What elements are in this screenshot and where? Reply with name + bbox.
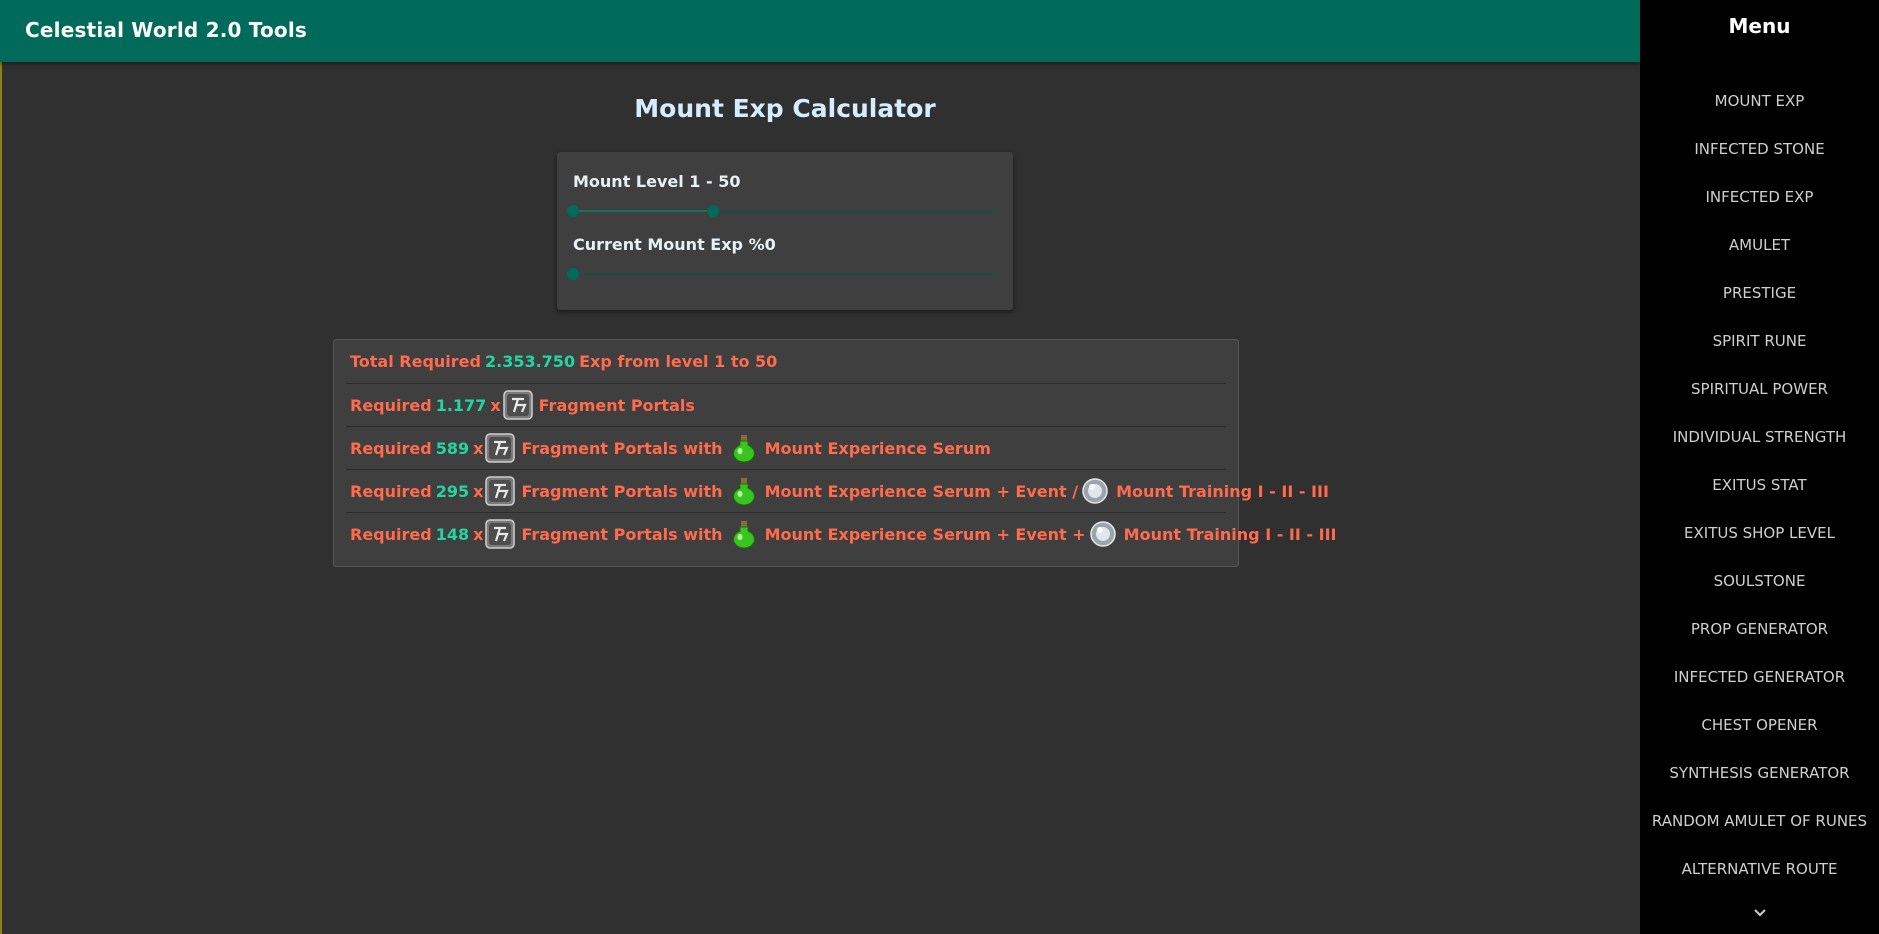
multiply-sign: x	[490, 395, 501, 415]
mount-training-label: Mount Training I - II - III	[1123, 524, 1337, 544]
current-exp-label: Current Mount Exp %0	[573, 235, 776, 254]
result-row: Required 1.177 x Fragment Portals	[346, 383, 1226, 426]
required-count: 1.177	[435, 395, 487, 415]
mount-level-range-slider[interactable]	[567, 205, 997, 217]
mount-level-range-fill	[573, 210, 713, 212]
menu-item-spirit-rune[interactable]: SPIRIT RUNE	[1640, 331, 1879, 351]
results-card: Total Required 2.353.750 Exp from level …	[333, 339, 1336, 567]
menu-item-synthesis-generator[interactable]: SYNTHESIS GENERATOR	[1640, 763, 1879, 783]
window-edge	[0, 0, 2, 934]
menu-item-individual-strength[interactable]: INDIVIDUAL STRENGTH	[1640, 427, 1879, 447]
serum-potion-icon	[732, 521, 755, 549]
menu-item-exitus-shop-level[interactable]: EXITUS SHOP LEVEL	[1640, 523, 1879, 543]
fragment-portal-icon	[485, 519, 516, 549]
fragment-portals-label: Fragment Portals with	[521, 481, 723, 501]
mount-level-min-thumb[interactable]	[567, 205, 579, 217]
serum-potion-icon	[732, 435, 755, 463]
mount-training-orb-icon	[1082, 478, 1108, 504]
page-title: Mount Exp Calculator	[634, 94, 936, 123]
fragment-portal-icon	[485, 433, 516, 463]
result-row: Required 148 x Fragment Portals with Mou…	[346, 512, 1336, 555]
fragment-portals-label: Fragment Portals with	[521, 438, 723, 458]
menu-item-mount-exp[interactable]: MOUNT EXP	[1640, 91, 1879, 111]
menu-item-exitus-stat[interactable]: EXITUS STAT	[1640, 475, 1879, 495]
mount-training-label: Mount Training I - II - III	[1116, 481, 1329, 501]
required-label: Required	[350, 395, 432, 415]
fragment-portal-icon	[485, 476, 516, 506]
top-app-bar: Celestial World 2.0 Tools	[0, 0, 1640, 62]
total-prefix: Total Required	[350, 352, 481, 371]
multiply-sign: x	[473, 481, 484, 501]
total-exp-value: 2.353.750	[484, 352, 576, 371]
menu-item-amulet[interactable]: AMULET	[1640, 235, 1879, 255]
result-row: Required 589 x Fragment Portals with Mou…	[346, 426, 1226, 469]
menu-item-alternative-route[interactable]: ALTERNATIVE ROUTE	[1640, 859, 1879, 879]
menu-item-infected-exp[interactable]: INFECTED EXP	[1640, 187, 1879, 207]
menu-item-random-amulet-of-runes[interactable]: RANDOM AMULET OF RUNES	[1640, 811, 1879, 831]
serum-label: Mount Experience Serum + Event /	[764, 481, 1079, 501]
menu-item-chest-opener[interactable]: CHEST OPENER	[1640, 715, 1879, 735]
multiply-sign: x	[473, 438, 484, 458]
serum-label: Mount Experience Serum + Event +	[764, 524, 1086, 544]
current-exp-thumb[interactable]	[567, 268, 579, 280]
current-exp-slider[interactable]	[567, 268, 997, 280]
required-label: Required	[350, 438, 432, 458]
result-row: Required 295 x Fragment Portals with Mou…	[346, 469, 1329, 512]
mount-level-label: Mount Level 1 - 50	[573, 172, 741, 191]
required-label: Required	[350, 481, 432, 501]
required-count: 295	[435, 481, 470, 501]
menu-item-soulstone[interactable]: SOULSTONE	[1640, 571, 1879, 591]
required-count: 148	[435, 524, 470, 544]
total-suffix: Exp from level 1 to 50	[579, 352, 778, 371]
mount-training-orb-icon	[1089, 521, 1116, 547]
sidebar-menu: Menu MOUNT EXP INFECTED STONE INFECTED E…	[1640, 0, 1879, 934]
multiply-sign: x	[473, 524, 484, 544]
menu-item-infected-generator[interactable]: INFECTED GENERATOR	[1640, 667, 1879, 687]
chevron-down-icon[interactable]	[1640, 905, 1879, 921]
menu-item-infected-stone[interactable]: INFECTED STONE	[1640, 139, 1879, 159]
menu-item-prop-generator[interactable]: PROP GENERATOR	[1640, 619, 1879, 639]
app-title[interactable]: Celestial World 2.0 Tools	[25, 18, 307, 42]
fragment-portals-label: Fragment Portals	[538, 395, 695, 415]
menu-item-spiritual-power[interactable]: SPIRITUAL POWER	[1640, 379, 1879, 399]
calculator-card: Mount Level 1 - 50 Current Mount Exp %0	[557, 152, 1013, 310]
required-label: Required	[350, 524, 432, 544]
serum-potion-icon	[732, 478, 755, 506]
total-required-row: Total Required 2.353.750 Exp from level …	[346, 340, 1226, 383]
menu-item-prestige[interactable]: PRESTIGE	[1640, 283, 1879, 303]
menu-title: Menu	[1728, 14, 1791, 38]
serum-label: Mount Experience Serum	[764, 438, 991, 458]
fragment-portal-icon	[502, 390, 533, 420]
mount-level-max-thumb[interactable]	[706, 205, 719, 217]
required-count: 589	[435, 438, 470, 458]
fragment-portals-label: Fragment Portals with	[521, 524, 723, 544]
